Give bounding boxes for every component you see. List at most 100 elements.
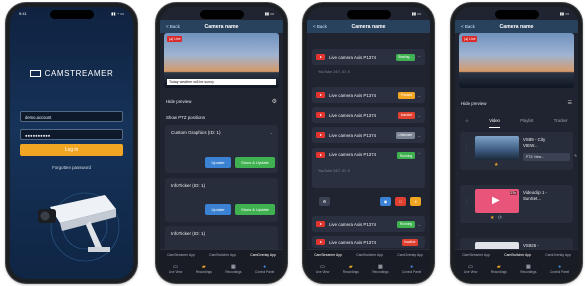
update-button[interactable]: Update [205,204,231,215]
nav-recordings-2[interactable]: ▦ Recordings [372,264,388,274]
nav-recordings[interactable]: ▰ Recordings [343,264,359,274]
item-title: VS89 - City [523,137,546,142]
sliders-icon[interactable]: ☰ [568,100,572,106]
loop-icon[interactable]: ⟳ [498,215,502,221]
hide-preview-label: Hide preview [166,98,192,104]
youtube-icon [316,221,325,227]
tab-playlist[interactable]: Playlist [520,118,533,128]
app-logo: CAMSTREAMER [10,69,133,78]
tab-camswitcher[interactable]: CamSwitcher App [209,253,236,264]
nav-control-panel[interactable]: ● Control Panel [402,264,421,274]
phone-notch [199,10,244,19]
tab-camswitcher[interactable]: CamSwitcher App [356,253,383,264]
hide-preview-row[interactable]: Hide preview ☰ [455,97,578,109]
nav-live-view[interactable]: ▭ Live View [464,264,478,274]
status-badge: Unknown [395,131,415,139]
youtube-icon [316,92,325,98]
star-filled-icon[interactable]: ★ [494,162,498,168]
tab-tracker[interactable]: Tracker [554,118,568,128]
stream-subtitle: YouTube 24/7, ID: 5 [318,70,350,74]
video-thumbnail: ▶ 27s [475,189,519,213]
nav-live-view[interactable]: ▭ Live View [169,264,183,274]
password-input[interactable]: ●●●●●●●●●● [20,129,123,140]
stop-icon[interactable]: □ [395,197,406,206]
play-icon[interactable]: ▶ [492,195,500,206]
edit-icon[interactable]: ✎ [574,154,577,158]
forgot-password-link[interactable]: Forgotten password [10,165,133,170]
back-button[interactable]: < Back [166,24,180,29]
nav-live-view[interactable]: ▭ Live View [316,264,330,274]
ptz-chip[interactable]: PTZ: New... ✎ [523,153,577,161]
stream-row[interactable]: Live camera Axis P1374 Running ⌄ [312,216,425,232]
tab-camstreamer[interactable]: CamStreamer App [462,253,490,264]
show-update-button[interactable]: Show & Update [235,157,275,168]
signal-icons: ▮▮ ▭ [411,11,421,16]
stream-subtitle: YouTube 24/7, ID: 5 [318,169,350,173]
logo-mark-icon [29,70,41,77]
stream-row[interactable]: Live camera Axis P1374 Inactive [312,236,425,248]
video-preview[interactable]: (●) Live Today weather will be sunny [164,33,279,88]
tab-video[interactable]: Video [489,118,500,128]
stream-row[interactable]: Live camera Axis P1374 Unknown ⌄ [312,127,425,143]
tab-camoverlay[interactable]: CamOverlay App [397,253,423,264]
preview-eye-icon[interactable]: ◉ [380,197,391,206]
chevron-down-icon[interactable]: ⌄ [418,113,421,118]
star-icon[interactable]: ☆ [465,118,469,128]
phone-notch [49,10,94,19]
signal-icons: ▮▮ ◔ ▭ [111,11,124,16]
phone-notch [346,10,391,19]
nav-control-panel[interactable]: ● Control Panel [255,264,274,274]
show-update-button[interactable]: Show & Update [235,204,275,215]
star-filled-icon[interactable]: ★ [490,215,494,221]
stream-name: Live camera Axis P1374 [329,112,377,118]
switcher-tabs: ☆ Video Playlist Tracker [455,118,578,128]
nav-recordings[interactable]: ▰ Recordings [491,264,507,274]
duration-badge: 27s [509,191,517,195]
stream-row[interactable]: Live camera Axis P1374 Starting... ⌃ [312,49,425,65]
phone-camstreamer: ▮▮ ▭ < Back Camera name Live camera Axis… [303,3,434,283]
tab-camswitcher[interactable]: CamSwitcher App [504,253,531,264]
phone-camoverlay: ▮▮ ▭ < Back Camera name (●) Live Today w… [156,3,287,283]
chevron-up-icon[interactable]: ⌃ [418,152,421,157]
phone-notch [494,10,539,19]
hide-preview-label: Hide preview [461,100,487,106]
update-button[interactable]: Update [205,157,231,168]
nav-control-panel[interactable]: ● Control Panel [550,264,569,274]
nav-recordings-2[interactable]: ▦ Recordings [225,264,241,274]
chevron-down-icon[interactable]: ⌄ [418,93,421,98]
chevron-down-icon[interactable]: ⌄ [270,130,273,135]
back-button[interactable]: < Back [313,24,327,29]
settings-gear-icon[interactable]: ⚙ [319,197,330,206]
stream-row[interactable]: Live camera Axis P1374 Inactive ⌄ [312,107,425,123]
phone-camswitcher: ▮▮ ▭ < Back Camera name (●) Live Hide pr… [451,3,582,283]
video-item[interactable]: ⋮ ▶ 27s ★ ⟳ Videoclip 1 - SunSet... [460,185,573,223]
stream-row-expanded[interactable]: Live camera Axis P1374 Running ⌃ [312,148,425,188]
tab-camstreamer[interactable]: CamStreamer App [314,253,342,264]
tab-camstreamer[interactable]: CamStreamer App [167,253,195,264]
signal-icons: ▮▮ ▭ [559,11,569,16]
camera-illustration-icon [38,192,120,262]
pause-icon[interactable]: ॥ [410,197,421,206]
stream-row[interactable]: Live camera Axis P1374 Paused ⌄ [312,87,425,103]
chevron-down-icon[interactable]: ⌄ [418,222,421,227]
chevron-down-icon[interactable]: ⌄ [418,133,421,138]
hide-preview-row[interactable]: Hide preview ⚙ [160,95,283,107]
show-ptz-row[interactable]: Show PTZ positions [160,111,283,123]
drag-handle-icon[interactable]: ⋮ [464,146,469,152]
show-ptz-label: Show PTZ positions [166,114,206,120]
logo-text: CAMSTREAMER [44,69,114,78]
video-preview[interactable]: (●) Live [459,33,574,88]
gear-icon[interactable]: ⚙ [272,98,277,105]
nav-recordings[interactable]: ▰ Recordings [196,264,212,274]
account-input[interactable]: demo.account [20,111,123,122]
status-badge: Inactive [398,111,415,119]
video-item[interactable]: ⋮ ★ VS89 - City VIEW... PTZ: New... ✎ [460,132,577,170]
login-button[interactable]: Log in [20,144,123,156]
status-badge: Starting... [395,53,415,61]
tab-camoverlay[interactable]: CamOverlay App [545,253,571,264]
drag-handle-icon[interactable]: ⋮ [464,199,469,205]
nav-recordings-2[interactable]: ▦ Recordings [520,264,536,274]
tab-camoverlay[interactable]: CamOverlay App [250,253,276,264]
back-button[interactable]: < Back [461,24,475,29]
chevron-up-icon[interactable]: ⌃ [418,55,421,60]
